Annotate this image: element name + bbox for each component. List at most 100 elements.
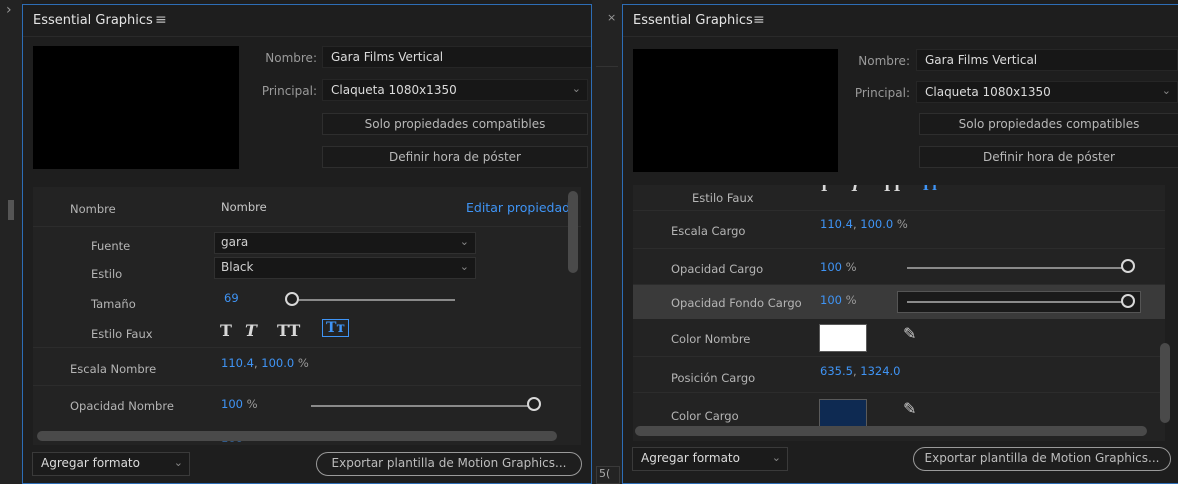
chevron-down-icon: ⌄ — [571, 82, 581, 95]
name-field[interactable]: Gara Films Vertical — [322, 46, 591, 68]
left-essential-graphics-panel: Essential Graphics ≡ Nombre: Gara Films … — [22, 4, 592, 484]
escala-cargo-y[interactable]: 100.0 — [860, 217, 893, 231]
escala-cargo-label: Escala Cargo — [671, 224, 746, 238]
set-poster-time-button[interactable]: Definir hora de póster — [322, 146, 588, 168]
posicion-cargo-value[interactable]: 635.5, 1324.0 — [820, 364, 901, 378]
name-field-value: Gara Films Vertical — [331, 50, 444, 64]
size-slider-track[interactable] — [299, 299, 455, 301]
panel-title: Essential Graphics — [633, 13, 753, 28]
size-value[interactable]: 69 — [224, 291, 239, 305]
name-label: Nombre: — [265, 51, 317, 65]
divider-line — [596, 66, 618, 67]
font-select[interactable]: gara ⌄ — [214, 232, 476, 254]
add-format-value: Agregar formato — [41, 456, 140, 470]
opacity-slider-track[interactable] — [311, 405, 529, 407]
faux-italic-button[interactable]: T — [850, 185, 860, 195]
master-label: Principal: — [854, 86, 910, 100]
close-icon[interactable]: × — [607, 11, 616, 24]
color-cargo-swatch[interactable] — [819, 399, 867, 427]
row-escala-nombre: Escala Nombre 110.4, 100.0 % — [33, 347, 581, 385]
master-select-value: Claqueta 1080x1350 — [925, 85, 1051, 99]
row-posicion-cargo: Posición Cargo 635.5, 1324.0 — [633, 357, 1165, 393]
export-motion-graphics-button[interactable]: Exportar plantilla de Motion Graphics... — [913, 447, 1171, 471]
master-select[interactable]: Claqueta 1080x1350 ⌄ — [322, 79, 588, 101]
color-cargo-label: Color Cargo — [671, 409, 739, 423]
opacity-cargo-slider-knob[interactable] — [1121, 259, 1135, 273]
opacidad-fondo-unit: % — [845, 293, 857, 307]
faux-label: Estilo Faux — [692, 191, 754, 205]
vertical-scrollbar[interactable] — [1160, 343, 1170, 423]
escala-cargo-value[interactable]: 110.4, 100.0 % — [820, 217, 908, 231]
horizontal-scrollbar[interactable] — [635, 426, 1147, 436]
faux-small-caps-button[interactable]: Tт — [322, 319, 350, 337]
row-fuente: Fuente gara ⌄ — [33, 227, 581, 257]
row-opacidad-cargo: Opacidad Cargo 100 % — [633, 249, 1165, 285]
eyedropper-icon[interactable]: ✎ — [903, 324, 916, 343]
name-field-value: Gara Films Vertical — [925, 53, 1038, 67]
escala-x[interactable]: 110.4 — [221, 356, 254, 370]
name-field[interactable]: Gara Films Vertical — [916, 49, 1178, 71]
chevron-down-icon: ⌄ — [1161, 84, 1171, 97]
add-format-select[interactable]: Agregar formato ⌄ — [32, 452, 190, 476]
master-select-value: Claqueta 1080x1350 — [331, 83, 457, 97]
gutter-label: 5( — [599, 467, 611, 480]
panel-menu-icon[interactable]: ≡ — [155, 12, 167, 28]
opacidad-cargo-label: Opacidad Cargo — [671, 262, 764, 276]
set-poster-time-button[interactable]: Definir hora de póster — [919, 146, 1178, 168]
master-label: Principal: — [261, 84, 317, 98]
opacity-slider-knob[interactable] — [527, 397, 541, 411]
panel-title: Essential Graphics — [33, 13, 153, 28]
gutter-handle[interactable] — [8, 200, 14, 220]
opacity-fondo-slider-track[interactable] — [907, 301, 1125, 303]
faux-all-caps-button[interactable]: TT — [882, 185, 902, 195]
export-motion-graphics-button[interactable]: Exportar plantilla de Motion Graphics... — [316, 452, 582, 476]
panel-menu-icon[interactable]: ≡ — [753, 12, 765, 28]
opacidad-fondo-number[interactable]: 100 — [820, 293, 842, 307]
edit-properties-link[interactable]: Editar propiedade — [466, 200, 578, 215]
faux-all-caps-button[interactable]: TT — [277, 321, 300, 340]
posicion-cargo-x[interactable]: 635.5 — [820, 364, 853, 378]
eyedropper-icon[interactable]: ✎ — [903, 399, 916, 418]
faux-bold-button[interactable]: T — [220, 321, 232, 340]
row-escala-cargo: Escala Cargo 110.4, 100.0 % — [633, 211, 1165, 249]
size-slider-knob[interactable] — [285, 292, 299, 306]
add-format-value: Agregar formato — [641, 451, 740, 465]
opacidad-nombre-number[interactable]: 100 — [221, 397, 243, 411]
opacidad-nombre-value[interactable]: 100 % — [221, 397, 258, 411]
right-essential-graphics-panel: Essential Graphics ≡ Nombre: Gara Films … — [622, 4, 1178, 484]
estilo-label: Estilo — [91, 267, 123, 281]
horizontal-scrollbar[interactable] — [37, 431, 557, 441]
color-nombre-label: Color Nombre — [671, 332, 751, 346]
escala-nombre-value[interactable]: 110.4, 100.0 % — [221, 356, 309, 370]
row-opacidad-fondo-cargo: Opacidad Fondo Cargo 100 % — [633, 285, 1165, 319]
escala-unit: % — [297, 356, 309, 370]
opacidad-fondo-cargo-value[interactable]: 100 % — [820, 293, 857, 307]
opacidad-cargo-unit: % — [845, 260, 857, 274]
compatible-properties-button[interactable]: Solo propiedades compatibles — [919, 113, 1178, 135]
opacidad-cargo-value[interactable]: 100 % — [820, 260, 857, 274]
opacity-cargo-slider-track[interactable] — [907, 267, 1125, 269]
faux-small-caps-button[interactable]: Tт — [921, 185, 939, 194]
opacity-fondo-slider-knob[interactable] — [1121, 294, 1135, 308]
middle-gutter: × 5( — [592, 0, 622, 484]
add-format-select[interactable]: Agregar formato ⌄ — [632, 447, 788, 471]
compatible-properties-button[interactable]: Solo propiedades compatibles — [322, 113, 588, 135]
vertical-scrollbar[interactable] — [568, 191, 578, 273]
escala-y[interactable]: 100.0 — [261, 356, 294, 370]
faux-italic-button[interactable]: T — [245, 321, 257, 340]
row-estilo-faux: Estilo Faux T T TT Tт — [33, 317, 581, 347]
expand-icon[interactable]: › — [6, 2, 12, 18]
faux-bold-button[interactable]: T — [819, 185, 829, 195]
fuente-label: Fuente — [91, 239, 131, 253]
row-estilo: Estilo Black ⌄ — [33, 257, 581, 287]
name-label: Nombre: — [858, 54, 910, 68]
escala-cargo-unit: % — [896, 217, 908, 231]
color-nombre-swatch[interactable] — [819, 324, 867, 352]
posicion-cargo-y[interactable]: 1324.0 — [860, 364, 900, 378]
escala-cargo-x[interactable]: 110.4 — [820, 217, 853, 231]
style-select[interactable]: Black ⌄ — [214, 257, 476, 279]
chevron-down-icon: ⌄ — [459, 235, 469, 248]
opacidad-cargo-number[interactable]: 100 — [820, 260, 842, 274]
master-select[interactable]: Claqueta 1080x1350 ⌄ — [916, 81, 1178, 103]
nombre-value: Nombre — [221, 200, 267, 214]
